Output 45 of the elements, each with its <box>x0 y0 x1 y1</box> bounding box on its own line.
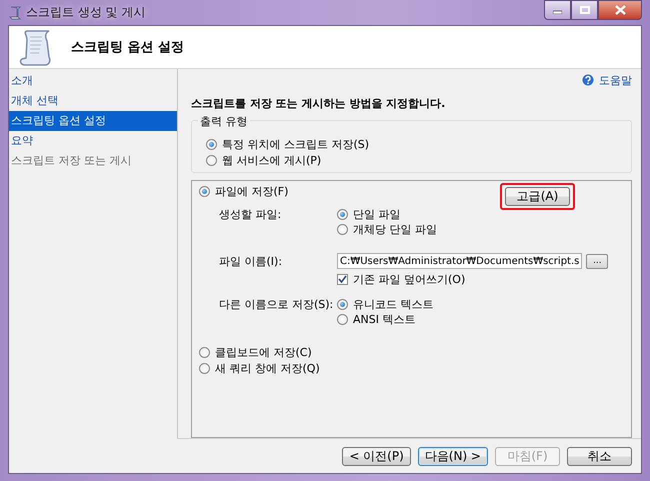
browse-button[interactable]: ... <box>586 254 608 268</box>
file-name-field[interactable]: C:₩Users₩Administrator₩Documents₩script.s <box>337 253 582 269</box>
radio-option[interactable]: 특정 위치에 스크립트 저장(S) <box>206 137 370 152</box>
radio-button[interactable] <box>337 314 348 325</box>
field-label: 다른 이름으로 저장(S): <box>218 297 334 312</box>
close-button[interactable] <box>598 0 642 20</box>
page-title: 스크립팅 옵션 설정 <box>71 39 184 56</box>
group-label: 출력 유형 <box>198 114 250 128</box>
radio-button[interactable] <box>206 139 217 150</box>
help-link[interactable]: 도움말 <box>582 72 632 88</box>
radio-option[interactable]: 단일 파일 <box>337 207 400 222</box>
advanced-button[interactable]: 고급(A) <box>505 187 570 206</box>
checkbox[interactable] <box>337 274 348 284</box>
radio-button[interactable] <box>199 186 210 197</box>
radio-option[interactable]: 파일에 저장(F) <box>199 184 288 199</box>
back-button[interactable]: < 이전(P) <box>342 446 411 466</box>
sidebar-item[interactable]: 개체 선택 <box>9 91 177 111</box>
maximize-icon <box>580 6 590 14</box>
radio-button[interactable] <box>337 224 348 235</box>
instruction-text: 스크립트를 저장 또는 게시하는 방법을 지정합니다. <box>191 96 446 112</box>
maximize-button[interactable] <box>571 0 598 20</box>
radio-option[interactable]: 클립보드에 저장(C) <box>199 345 312 360</box>
radio-button[interactable] <box>337 209 348 220</box>
radio-option[interactable]: 새 쿼리 창에 저장(Q) <box>199 361 320 376</box>
cancel-button[interactable]: 취소 <box>567 446 632 466</box>
next-button[interactable]: 다음(N) > <box>418 446 488 466</box>
radio-option[interactable]: 유니코드 텍스트 <box>337 297 434 312</box>
radio-option[interactable]: ANSI 텍스트 <box>337 312 416 327</box>
radio-button[interactable] <box>199 363 210 374</box>
radio-button[interactable] <box>206 155 217 166</box>
sidebar-item[interactable]: 요약 <box>9 131 177 151</box>
check-icon <box>338 275 347 283</box>
radio-button[interactable] <box>199 347 210 358</box>
radio-button[interactable] <box>337 299 348 310</box>
sidebar-item[interactable]: 소개 <box>9 71 177 91</box>
radio-option[interactable]: 웹 서비스에 게시(P) <box>206 153 322 168</box>
field-label: 생성할 파일: <box>218 207 282 222</box>
help-icon <box>582 74 594 86</box>
overwrite-checkbox[interactable]: 기존 파일 덮어쓰기(O) <box>337 271 466 287</box>
minimize-button[interactable] <box>544 0 571 20</box>
sidebar-item[interactable]: 스크립팅 옵션 설정 <box>9 111 177 131</box>
close-icon <box>614 5 626 15</box>
field-label: 파일 이름(I): <box>218 254 284 268</box>
radio-option[interactable]: 개체당 단일 파일 <box>337 222 437 237</box>
window-title: 스크립트 생성 및 게시 <box>26 4 146 21</box>
